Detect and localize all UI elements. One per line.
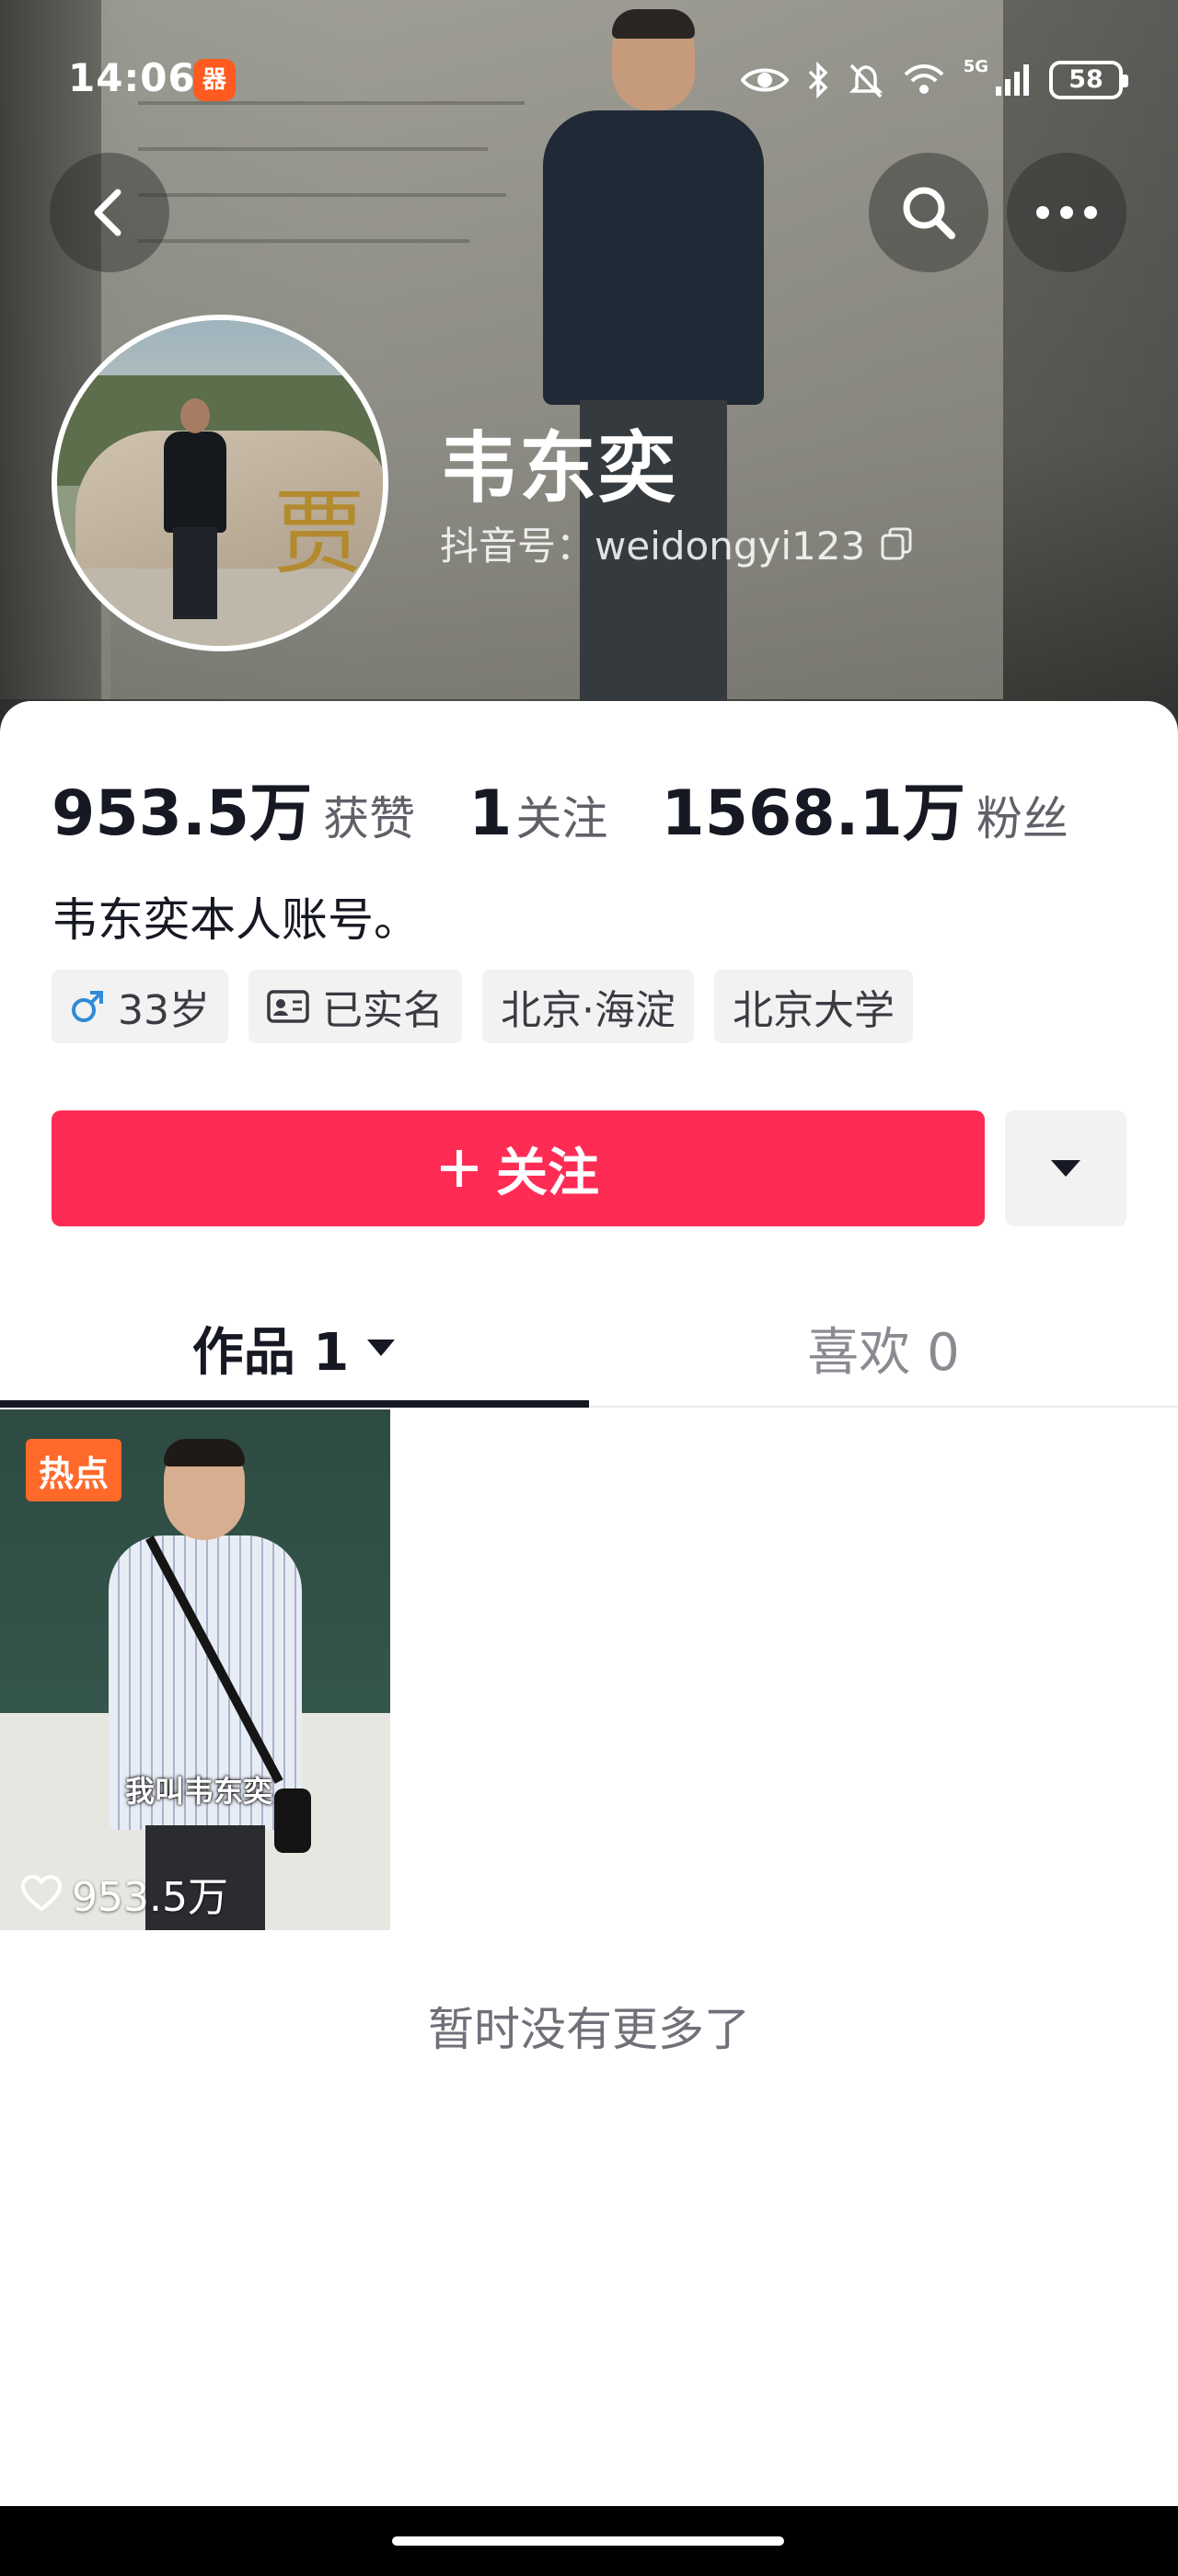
location-tag[interactable]: 北京·海淀 [482, 970, 694, 1043]
hot-badge: 热点 [26, 1439, 122, 1501]
tab-likes[interactable]: 喜欢 0 [589, 1288, 1178, 1408]
cover-text-line [138, 239, 469, 243]
location-label: 北京·海淀 [501, 987, 676, 1034]
stat-label: 获赞 [323, 792, 416, 845]
more-icon [1036, 206, 1097, 219]
status-bar: 14:06 器 5G 58 [0, 46, 1178, 110]
follow-button[interactable]: 关注 [52, 1110, 985, 1226]
caret-down-icon [1051, 1160, 1080, 1177]
follow-label: 关注 [496, 1143, 599, 1202]
douyin-id-text: 抖音号：weidongyi123 [440, 523, 866, 569]
recommend-dropdown-button[interactable] [1005, 1110, 1126, 1226]
age-label: 33岁 [118, 987, 210, 1034]
profile-tags: 33岁 已实名 北京·海淀 北京大学 [52, 970, 913, 1043]
tab-indicator [0, 1400, 589, 1408]
age-tag: 33岁 [52, 970, 228, 1043]
stat-number: 1568.1万 [661, 777, 965, 850]
status-icons: 5G 58 [740, 57, 1128, 103]
video-thumbnail[interactable]: 热点 我叫韦东奕 953.5万 [0, 1409, 390, 1930]
following-stat[interactable]: 1 关注 [468, 777, 607, 850]
school-tag[interactable]: 北京大学 [714, 970, 913, 1043]
heart-icon [21, 1875, 62, 1911]
battery-indicator: 58 [1049, 61, 1128, 99]
cover-text-line [138, 147, 488, 151]
avatar[interactable]: 贾 [52, 315, 388, 651]
verified-tag[interactable]: 已实名 [248, 970, 462, 1043]
system-nav-bar [0, 2506, 1178, 2576]
likes-stat[interactable]: 953.5万 获赞 [52, 762, 415, 853]
douyin-id[interactable]: 抖音号：weidongyi123 [440, 515, 913, 571]
profile-bio: 韦东奕本人账号。 [52, 893, 420, 947]
search-icon [903, 187, 955, 239]
back-button[interactable] [50, 153, 169, 272]
bluetooth-icon [808, 62, 828, 98]
profile-nickname: 韦东奕 [440, 423, 678, 513]
stone-carving: 贾 [273, 479, 365, 587]
home-indicator[interactable] [392, 2536, 784, 2546]
male-icon [72, 991, 103, 1022]
back-icon [94, 189, 121, 236]
status-time: 14:06 [68, 55, 196, 100]
wifi-icon [904, 64, 944, 94]
tab-likes-label: 喜欢 0 [807, 1322, 960, 1383]
cover-person [515, 9, 791, 704]
more-button[interactable] [1007, 153, 1126, 272]
followers-stat[interactable]: 1568.1万 粉丝 [661, 762, 1068, 853]
id-card-icon [267, 990, 309, 1023]
tab-works[interactable]: 作品 1 [0, 1288, 589, 1408]
stat-label: 粉丝 [976, 792, 1068, 845]
mute-icon [849, 63, 883, 98]
copy-icon[interactable] [880, 526, 913, 561]
cover-text-line [138, 193, 506, 197]
video-likes: 953.5万 [20, 1864, 228, 1923]
video-likes-count: 953.5万 [72, 1874, 228, 1921]
video-person [109, 1439, 311, 1930]
app-notification-icon: 器 [193, 59, 236, 101]
network-label: 5G [963, 57, 988, 76]
caret-down-icon [367, 1340, 396, 1356]
signal-icon [996, 64, 1029, 96]
no-more-text: 暂时没有更多了 [428, 2003, 750, 2056]
search-button[interactable] [869, 153, 988, 272]
tab-works-label: 作品 1 [191, 1322, 350, 1383]
verified-label: 已实名 [322, 987, 444, 1034]
eye-icon [740, 68, 789, 92]
plus-icon [441, 1150, 478, 1187]
school-label: 北京大学 [733, 987, 895, 1034]
stat-number: 953.5万 [52, 777, 313, 850]
video-caption: 我叫韦东奕 [125, 1774, 273, 1809]
profile-stats: 953.5万 获赞 1 关注 1568.1万 粉丝 [52, 762, 1122, 853]
stat-label: 关注 [515, 792, 608, 845]
profile-card: 953.5万 获赞 1 关注 1568.1万 粉丝 韦东奕本人账号。 33岁 已… [0, 701, 1178, 2576]
stat-number: 1 [468, 777, 513, 850]
content-tabs: 作品 1 喜欢 0 [0, 1288, 1178, 1408]
